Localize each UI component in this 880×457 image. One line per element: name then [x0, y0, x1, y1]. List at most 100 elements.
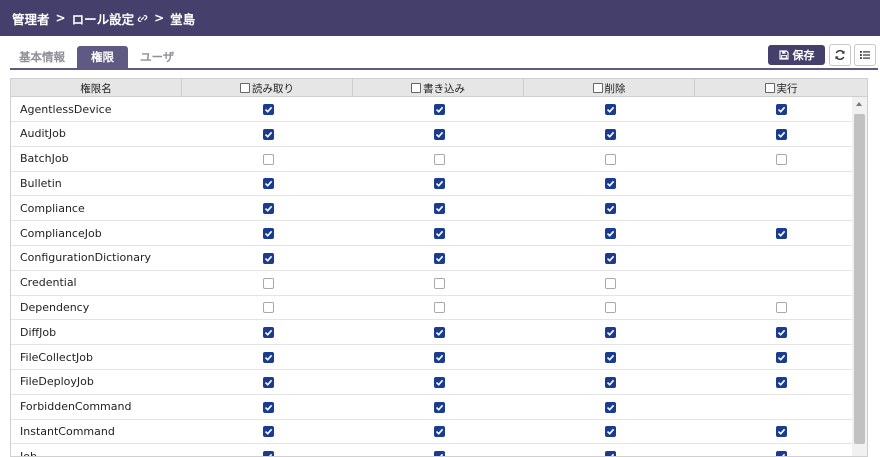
- write-checkbox[interactable]: [434, 277, 445, 289]
- write-checkbox[interactable]: [434, 104, 445, 115]
- check-icon: [777, 230, 786, 237]
- delete-checkbox[interactable]: [605, 426, 616, 438]
- save-button[interactable]: 保存: [768, 45, 825, 65]
- delete-checkbox[interactable]: [605, 228, 616, 239]
- delete-checkbox[interactable]: [605, 128, 616, 140]
- select-all-execute-checkbox[interactable]: [764, 83, 775, 93]
- delete-checkbox[interactable]: [605, 252, 616, 264]
- check-icon: [264, 255, 273, 262]
- read-checkbox[interactable]: [263, 104, 274, 115]
- delete-checkbox[interactable]: [605, 153, 616, 165]
- column-header-read: 読み取り: [182, 79, 353, 97]
- execute-checkbox[interactable]: [776, 153, 787, 165]
- check-icon: [777, 106, 786, 113]
- column-header-delete: 削除: [524, 79, 695, 97]
- delete-checkbox[interactable]: [605, 401, 616, 413]
- write-checkbox[interactable]: [434, 302, 445, 314]
- table-row: Job: [11, 444, 852, 456]
- write-checkbox[interactable]: [434, 228, 445, 239]
- scrollbar-thumb[interactable]: [854, 114, 865, 444]
- delete-checkbox[interactable]: [605, 352, 616, 363]
- select-all-read-checkbox[interactable]: [240, 83, 250, 93]
- table-row: ComplianceJob: [11, 221, 852, 246]
- read-checkbox[interactable]: [263, 451, 274, 456]
- check-icon: [606, 354, 615, 361]
- write-checkbox[interactable]: [434, 327, 445, 339]
- check-icon: [606, 379, 615, 386]
- read-checkbox[interactable]: [263, 401, 274, 413]
- read-checkbox[interactable]: [263, 327, 274, 339]
- check-icon: [606, 106, 615, 113]
- check-icon: [264, 230, 273, 237]
- check-icon: [777, 354, 786, 361]
- refresh-button[interactable]: [829, 44, 851, 66]
- read-checkbox[interactable]: [263, 203, 274, 215]
- read-checkbox[interactable]: [263, 128, 274, 140]
- execute-checkbox[interactable]: [776, 376, 787, 388]
- delete-checkbox[interactable]: [605, 376, 616, 388]
- select-all-delete-checkbox[interactable]: [592, 83, 603, 93]
- delete-checkbox[interactable]: [605, 302, 616, 314]
- execute-checkbox[interactable]: [776, 451, 787, 456]
- write-checkbox[interactable]: [434, 376, 445, 388]
- write-checkbox[interactable]: [434, 178, 445, 190]
- read-checkbox[interactable]: [263, 153, 274, 165]
- delete-checkbox[interactable]: [605, 178, 616, 190]
- execute-checkbox[interactable]: [776, 104, 787, 115]
- table-row: DiffJob: [11, 320, 852, 346]
- list-icon: [860, 51, 870, 59]
- delete-checkbox[interactable]: [605, 451, 616, 456]
- tab-permissions[interactable]: 権限: [77, 46, 128, 68]
- check-icon: [264, 205, 273, 213]
- permission-name: Dependency: [20, 300, 90, 314]
- write-checkbox[interactable]: [434, 352, 445, 363]
- tab-basic-info[interactable]: 基本情報: [10, 46, 74, 68]
- read-checkbox[interactable]: [263, 352, 274, 363]
- tab-users[interactable]: ユーザ: [131, 46, 183, 68]
- column-header-execute-label: 実行: [776, 82, 798, 95]
- scroll-up-arrow-icon[interactable]: [856, 102, 862, 106]
- write-checkbox[interactable]: [434, 401, 445, 413]
- write-checkbox[interactable]: [434, 252, 445, 264]
- vertical-scrollbar[interactable]: [852, 97, 867, 456]
- read-checkbox[interactable]: [263, 302, 274, 314]
- check-icon: [264, 429, 273, 436]
- permission-name: FileDeployJob: [20, 375, 94, 389]
- link-icon[interactable]: [137, 13, 148, 24]
- permission-name: Compliance: [20, 201, 85, 215]
- check-icon: [435, 354, 444, 361]
- delete-checkbox[interactable]: [605, 203, 616, 215]
- read-checkbox[interactable]: [263, 426, 274, 438]
- execute-checkbox[interactable]: [776, 352, 787, 363]
- execute-checkbox[interactable]: [776, 426, 787, 438]
- save-button-label: 保存: [792, 49, 815, 62]
- list-view-button[interactable]: [854, 44, 876, 66]
- write-checkbox[interactable]: [434, 153, 445, 165]
- read-checkbox[interactable]: [263, 277, 274, 289]
- check-icon: [777, 329, 786, 337]
- breadcrumb: 管理者 > ロール設定 > 堂島: [0, 0, 880, 36]
- read-checkbox[interactable]: [263, 252, 274, 264]
- breadcrumb-root[interactable]: 管理者: [12, 9, 50, 28]
- write-checkbox[interactable]: [434, 426, 445, 438]
- delete-checkbox[interactable]: [605, 277, 616, 289]
- tab-underline: [10, 68, 878, 70]
- read-checkbox[interactable]: [263, 178, 274, 190]
- execute-checkbox[interactable]: [776, 302, 787, 314]
- delete-checkbox[interactable]: [605, 104, 616, 115]
- check-icon: [611, 453, 615, 456]
- execute-checkbox[interactable]: [776, 128, 787, 140]
- breadcrumb-section[interactable]: ロール設定: [72, 9, 135, 28]
- permission-name: BatchJob: [20, 152, 69, 166]
- read-checkbox[interactable]: [263, 376, 274, 388]
- write-checkbox[interactable]: [434, 128, 445, 140]
- execute-checkbox[interactable]: [776, 228, 787, 239]
- permission-name: FileCollectJob: [20, 350, 94, 364]
- read-checkbox[interactable]: [263, 228, 274, 239]
- delete-checkbox[interactable]: [605, 327, 616, 339]
- select-all-write-checkbox[interactable]: [411, 83, 421, 93]
- write-checkbox[interactable]: [434, 451, 445, 456]
- breadcrumb-separator: >: [154, 11, 165, 25]
- execute-checkbox[interactable]: [776, 327, 787, 339]
- write-checkbox[interactable]: [434, 203, 445, 215]
